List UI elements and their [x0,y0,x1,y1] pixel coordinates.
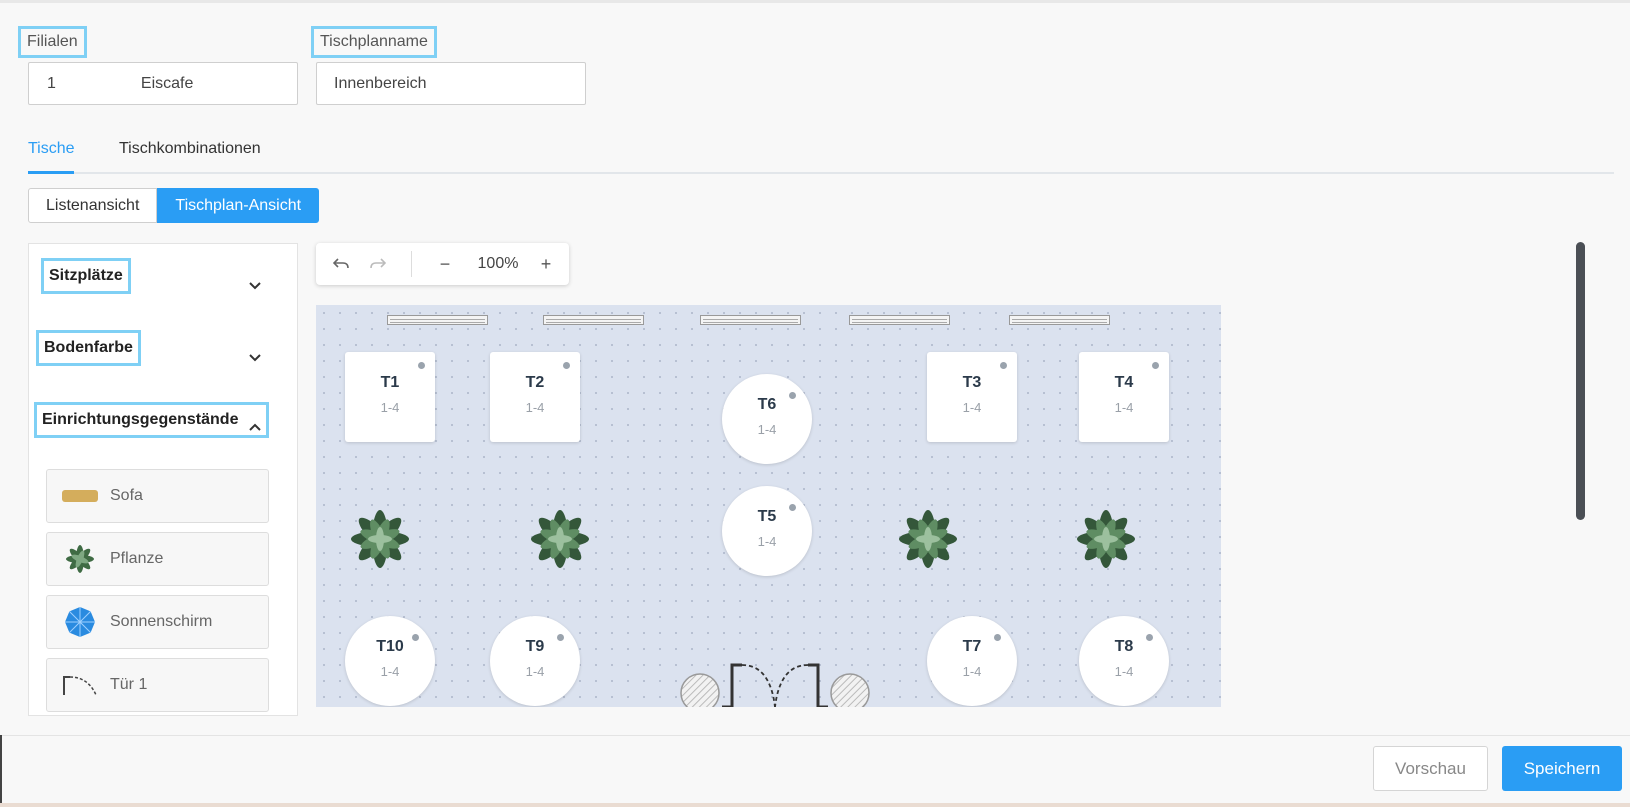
tischplanname-value: Innenbereich [334,74,427,92]
top-border [0,0,1630,3]
zoom-out-button[interactable]: − [430,243,460,285]
tischplanname-input[interactable]: Innenbereich [316,62,586,105]
table-t6[interactable]: T6 1-4 [722,374,812,464]
table-t2[interactable]: T2 1-4 [490,352,580,442]
item-sofa[interactable]: Sofa [46,469,269,523]
status-dot [1152,362,1159,369]
plant-icon[interactable] [895,506,961,572]
section-sitzplaetze[interactable]: Sitzplätze [41,258,131,294]
table-t3[interactable]: T3 1-4 [927,352,1017,442]
table-capacity: 1-4 [1114,400,1134,415]
toolbar-divider [411,251,412,277]
chevron-down-icon[interactable] [249,354,261,362]
table-capacity: 1-4 [525,664,545,679]
elements-sidebar: Sitzplätze Bodenfarbe Einrichtungsgegens… [28,243,298,716]
zoom-in-button[interactable]: + [531,243,561,285]
tab-tischkombinationen[interactable]: Tischkombinationen [119,140,261,158]
list-view-button[interactable]: Listenansicht [28,188,158,223]
window-edge [0,735,2,807]
save-button[interactable]: Speichern [1502,746,1622,791]
table-capacity: 1-4 [525,400,545,415]
table-name: T8 [1114,638,1134,655]
window-element[interactable] [543,315,644,325]
tischplanname-label: Tischplanname [311,26,437,58]
section-bodenfarbe[interactable]: Bodenfarbe [36,330,141,366]
table-name: T1 [380,374,400,391]
plan-view-button[interactable]: Tischplan-Ansicht [157,188,320,223]
item-sonnenschirm[interactable]: Sonnenschirm [46,595,269,649]
tab-tische[interactable]: Tische [28,140,75,158]
chevron-up-icon[interactable] [249,423,261,431]
section-einrichtungsgegenstaende[interactable]: Einrichtungsgegenstände [34,402,270,438]
undo-icon[interactable] [326,243,356,285]
table-t4[interactable]: T4 1-4 [1079,352,1169,442]
item-label: Sonnenschirm [110,613,213,630]
window-element[interactable] [700,315,801,325]
chevron-down-icon[interactable] [249,282,261,290]
item-label: Pflanze [110,550,164,567]
status-dot [563,362,570,369]
table-name: T7 [962,638,982,655]
table-capacity: 1-4 [962,664,982,679]
table-t7[interactable]: T7 1-4 [927,616,1017,706]
preview-button[interactable]: Vorschau [1373,746,1488,791]
filialen-id: 1 [47,74,56,92]
table-name: T4 [1114,374,1134,391]
plant-icon[interactable] [527,506,593,572]
item-label: Sofa [110,487,143,504]
table-capacity: 1-4 [962,400,982,415]
table-t9[interactable]: T9 1-4 [490,616,580,706]
table-capacity: 1-4 [380,664,400,679]
table-name: T6 [757,396,777,413]
item-label: Tür 1 [110,676,148,693]
plant-icon [60,542,100,576]
view-toggle: Listenansicht Tischplan-Ansicht [28,188,320,223]
table-name: T2 [525,374,545,391]
filialen-select[interactable]: 1 Eiscafe [28,62,298,105]
item-pflanze[interactable]: Pflanze [46,532,269,586]
table-capacity: 1-4 [380,400,400,415]
status-dot [418,362,425,369]
table-capacity: 1-4 [757,422,777,437]
plan-toolbar: − 100% + [316,243,569,285]
bottom-strip [0,803,1630,807]
item-tuer-1[interactable]: Tür 1 [46,658,269,712]
zoom-level: 100% [477,255,519,272]
window-element[interactable] [1009,315,1110,325]
umbrella-icon [60,605,100,639]
window-element[interactable] [387,315,488,325]
table-name: T5 [757,508,777,525]
active-tab-indicator [28,171,74,174]
status-dot [1000,362,1007,369]
footer-divider [0,735,1630,736]
plant-icon[interactable] [347,506,413,572]
table-capacity: 1-4 [1114,664,1134,679]
table-t8[interactable]: T8 1-4 [1079,616,1169,706]
filialen-name: Eiscafe [140,74,194,92]
table-name: T9 [525,638,545,655]
table-name: T10 [376,638,404,655]
floor-plan-canvas[interactable]: T1 1-4 T2 1-4 T6 1-4 T3 1-4 T4 1-4 T5 1-… [316,305,1221,707]
door-icon [60,668,100,702]
double-door-icon[interactable] [680,655,870,707]
table-t5[interactable]: T5 1-4 [722,486,812,576]
sofa-icon [60,479,100,513]
redo-icon[interactable] [363,243,393,285]
table-t10[interactable]: T10 1-4 [345,616,435,706]
tab-bar: Tische Tischkombinationen [28,130,1614,174]
vertical-scrollbar[interactable] [1576,242,1585,520]
plant-icon[interactable] [1073,506,1139,572]
table-t1[interactable]: T1 1-4 [345,352,435,442]
window-element[interactable] [849,315,950,325]
table-name: T3 [962,374,982,391]
filialen-label: Filialen [18,26,87,58]
table-capacity: 1-4 [757,534,777,549]
